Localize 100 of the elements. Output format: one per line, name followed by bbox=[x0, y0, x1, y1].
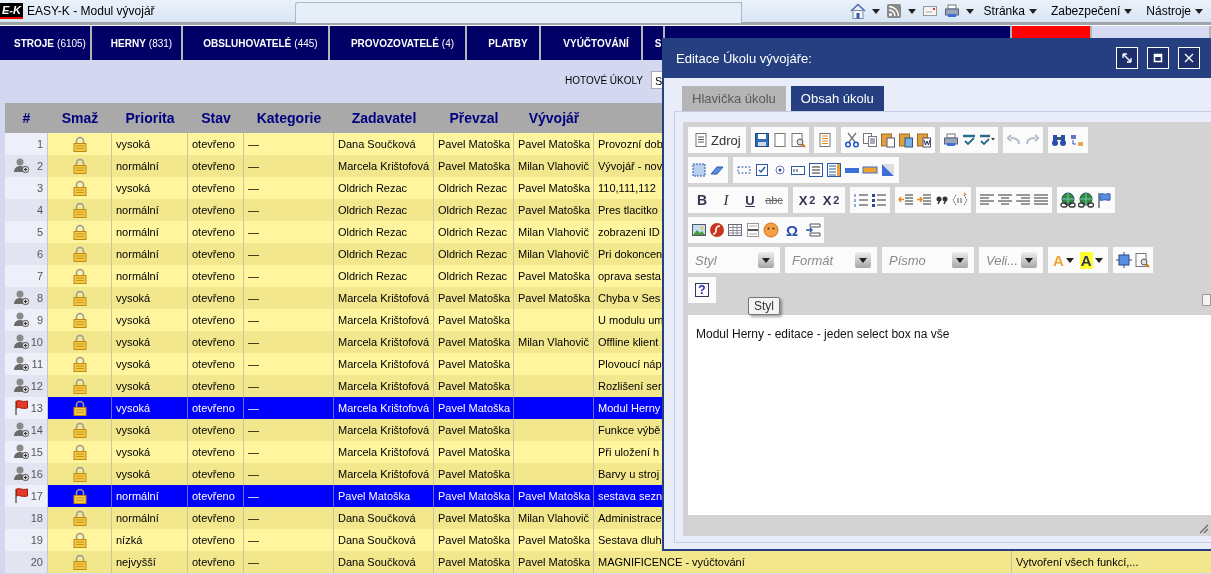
table-cell: Milan Vlahovič bbox=[518, 226, 589, 238]
justify-icon[interactable] bbox=[1033, 192, 1049, 208]
select-all-icon[interactable] bbox=[691, 162, 707, 178]
outdent-icon[interactable] bbox=[898, 192, 914, 208]
table-cell: vysoká bbox=[116, 314, 151, 326]
textarea-icon[interactable] bbox=[808, 162, 824, 178]
horizontal-rule-icon[interactable] bbox=[745, 222, 761, 238]
column-header[interactable]: Stav bbox=[188, 110, 244, 126]
column-header[interactable]: Kategorie bbox=[244, 110, 334, 126]
table-icon[interactable] bbox=[727, 222, 743, 238]
align-center-icon[interactable] bbox=[997, 192, 1013, 208]
column-header[interactable]: Zadavatel bbox=[334, 110, 434, 126]
caret-icon[interactable] bbox=[1065, 257, 1074, 263]
padlock-icon[interactable] bbox=[71, 488, 88, 504]
column-header[interactable]: Vývojář bbox=[514, 110, 594, 126]
spellcheck-menu-icon[interactable] bbox=[978, 132, 995, 148]
flash-icon[interactable] bbox=[709, 222, 725, 238]
source-button[interactable]: Zdroj bbox=[691, 129, 743, 151]
column-header[interactable]: Priorita bbox=[112, 110, 188, 126]
table-row[interactable]: 20 nejvyšší otevřeno — Dana Součková Pavel Matoška Pavel Matoška MAGNIFICENCE - vyúčtování Vytvoření všech funkcí,... bbox=[5, 551, 1211, 573]
select-list-icon[interactable] bbox=[826, 162, 842, 178]
home-icon[interactable] bbox=[849, 3, 866, 19]
printer-icon[interactable] bbox=[943, 3, 960, 19]
help-button[interactable]: ? bbox=[695, 283, 709, 297]
background-color-button[interactable]: A bbox=[1077, 249, 1105, 271]
caret-icon[interactable] bbox=[956, 257, 964, 263]
row-number: 18 bbox=[30, 512, 43, 524]
radio-icon[interactable] bbox=[772, 162, 788, 178]
table-cell: — bbox=[248, 512, 259, 524]
preview-icon[interactable] bbox=[789, 132, 806, 148]
template-icon[interactable] bbox=[816, 132, 833, 148]
mail-icon[interactable] bbox=[921, 3, 938, 19]
padlock-icon[interactable] bbox=[71, 532, 88, 548]
align-left-icon[interactable] bbox=[979, 192, 995, 208]
special-character-button[interactable]: Ω bbox=[781, 219, 803, 241]
column-header[interactable]: Převzal bbox=[434, 110, 514, 126]
align-right-icon[interactable] bbox=[1015, 192, 1031, 208]
blank-page-icon[interactable] bbox=[771, 132, 788, 148]
padlock-icon[interactable] bbox=[71, 136, 88, 152]
menu-button[interactable]: Zabezpečení bbox=[1046, 4, 1137, 18]
padlock-icon[interactable] bbox=[71, 224, 88, 240]
flag-icon[interactable] bbox=[1096, 192, 1112, 208]
show-blocks-icon[interactable] bbox=[1133, 252, 1150, 268]
caret-icon[interactable] bbox=[1195, 8, 1203, 14]
table-cell: Modul Herny bbox=[598, 402, 661, 414]
padlock-icon[interactable] bbox=[71, 180, 88, 196]
caret-icon[interactable] bbox=[859, 257, 867, 263]
paste-icon[interactable] bbox=[879, 132, 896, 148]
square-icon[interactable] bbox=[1153, 53, 1163, 63]
caret-icon[interactable] bbox=[762, 257, 770, 263]
maximize-icon[interactable] bbox=[1115, 252, 1132, 268]
table-cell: Dana Součková bbox=[338, 512, 416, 524]
menu-button[interactable]: Nástroje bbox=[1142, 4, 1207, 18]
paste-text-icon[interactable] bbox=[897, 132, 914, 148]
caret-icon[interactable] bbox=[1025, 257, 1033, 263]
printer-icon[interactable] bbox=[942, 132, 959, 148]
close-icon[interactable] bbox=[1184, 53, 1194, 63]
spellcheck-icon[interactable] bbox=[960, 132, 977, 148]
resize-button[interactable] bbox=[1116, 47, 1138, 69]
caret-icon[interactable] bbox=[871, 8, 880, 14]
tab[interactable]: Obsah úkolu bbox=[790, 86, 884, 111]
row-number: 6 bbox=[36, 248, 43, 260]
paste-word-icon[interactable] bbox=[915, 132, 932, 148]
resize-grip-icon[interactable] bbox=[1197, 522, 1209, 534]
globe-broken-chain-icon[interactable] bbox=[1078, 192, 1094, 208]
caret-icon[interactable] bbox=[1094, 257, 1103, 263]
column-header[interactable]: Smaž bbox=[48, 110, 112, 126]
column-header[interactable]: # bbox=[5, 110, 48, 126]
padlock-icon[interactable] bbox=[71, 312, 88, 328]
page-break-icon[interactable] bbox=[805, 222, 821, 238]
caret-icon[interactable] bbox=[1124, 8, 1133, 14]
binoculars-icon[interactable] bbox=[1050, 132, 1067, 148]
table-cell: — bbox=[248, 402, 259, 414]
smiley-icon[interactable] bbox=[763, 222, 779, 238]
bulleted-list-icon[interactable] bbox=[871, 192, 887, 208]
table-cell: Marcela Krištofová bbox=[338, 160, 430, 172]
close-button[interactable] bbox=[1178, 47, 1200, 69]
padlock-icon[interactable] bbox=[71, 268, 88, 284]
padlock-icon[interactable] bbox=[71, 444, 88, 460]
globe-chain-icon[interactable] bbox=[1060, 192, 1076, 208]
editor-text-area[interactable]: Modul Herny - editace - jeden select box na vše bbox=[688, 315, 1211, 515]
copy-icon[interactable] bbox=[861, 132, 878, 148]
table-cell: MAGNIFICENCE - vyúčtování bbox=[598, 556, 745, 568]
filter-label: HOTOVÉ ÚKOLY bbox=[565, 74, 643, 86]
table-cell: normální bbox=[116, 490, 159, 502]
caret-icon[interactable] bbox=[907, 8, 916, 14]
padlock-icon[interactable] bbox=[71, 356, 88, 372]
menu-button[interactable]: Stránka bbox=[979, 4, 1041, 18]
maximize-button[interactable] bbox=[1147, 47, 1169, 69]
replace-icon[interactable] bbox=[1068, 132, 1085, 148]
caret-icon[interactable] bbox=[1028, 8, 1037, 14]
diagonal-arrow-icon[interactable] bbox=[1122, 53, 1132, 63]
scissors-icon[interactable] bbox=[843, 132, 860, 148]
image-icon[interactable] bbox=[691, 222, 707, 238]
caret-icon[interactable] bbox=[965, 8, 974, 14]
feed-icon[interactable] bbox=[885, 3, 902, 19]
hidden-field-icon[interactable] bbox=[880, 162, 896, 178]
checkbox-icon[interactable] bbox=[754, 162, 770, 178]
padlock-icon[interactable] bbox=[71, 400, 88, 416]
tab[interactable]: Hlavička úkolu bbox=[682, 86, 786, 111]
